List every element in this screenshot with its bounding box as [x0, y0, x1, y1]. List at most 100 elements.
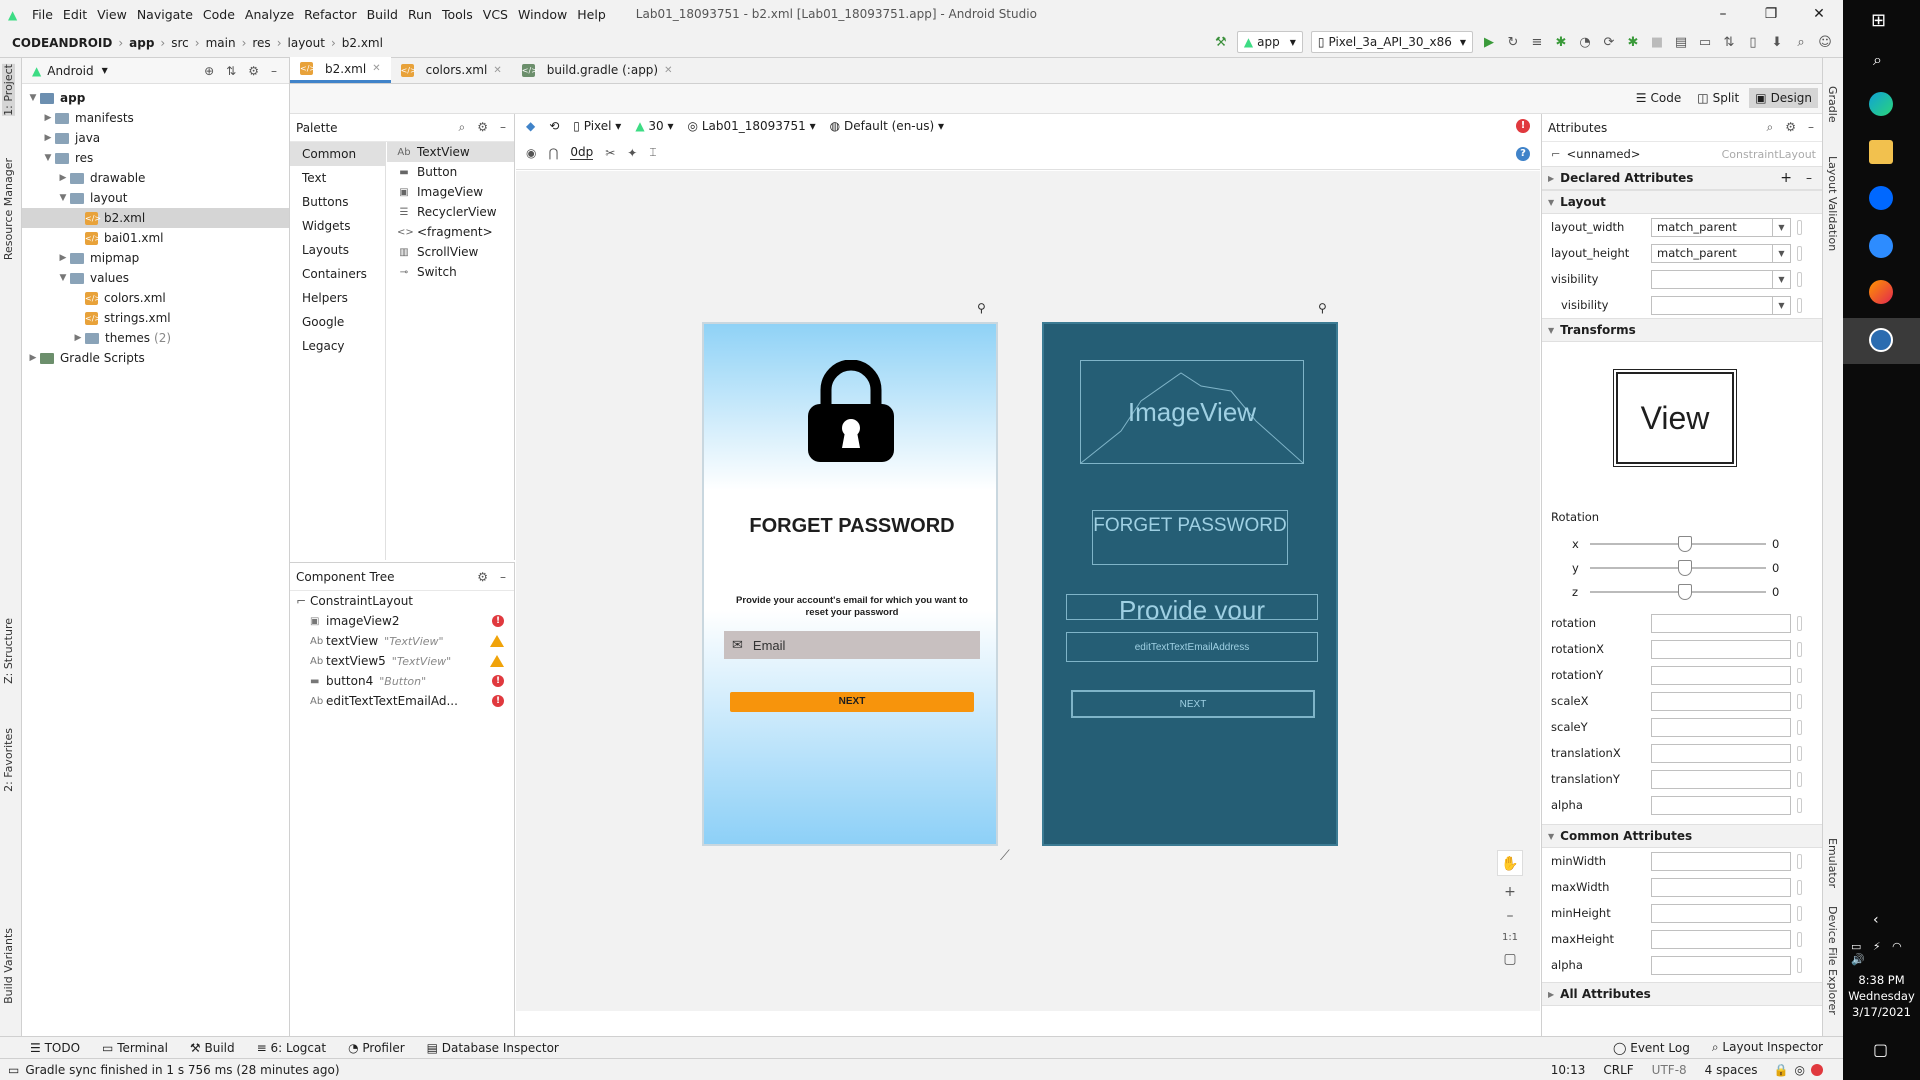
hide-icon[interactable]: –: [500, 120, 506, 135]
attr-pin[interactable]: [1797, 931, 1802, 947]
warning-icon[interactable]: [490, 655, 504, 667]
menu-item-navigate[interactable]: Navigate: [137, 7, 193, 22]
line-separator[interactable]: CRLF: [1603, 1063, 1633, 1077]
menu-item-analyze[interactable]: Analyze: [245, 7, 294, 22]
remove-icon[interactable]: –: [1806, 171, 1812, 185]
palette-item-button[interactable]: ▬ Button: [387, 162, 514, 182]
palette-item-switch[interactable]: ⊸ Switch: [387, 262, 514, 282]
breadcrumb-item[interactable]: app: [129, 36, 154, 50]
attr-alpha-common-field[interactable]: [1651, 955, 1791, 975]
chevron-right-icon[interactable]: ▶: [56, 173, 70, 183]
attr-minwidth-field[interactable]: [1651, 851, 1791, 871]
palette-item-textview[interactable]: Ab TextView: [387, 142, 514, 162]
tree-item-themes[interactable]: ▶ themes (2): [22, 328, 289, 348]
edge-icon[interactable]: [1869, 92, 1893, 116]
component-imageview2[interactable]: ▣ imageView2!: [290, 611, 514, 631]
status-message[interactable]: Gradle sync finished in 1 s 756 ms (28 m…: [25, 1063, 339, 1077]
palette-item-recyclerview[interactable]: ☰ RecyclerView: [387, 202, 514, 222]
add-icon[interactable]: +: [1780, 170, 1792, 186]
declared-attributes-section[interactable]: ▶ Declared Attributes + –: [1542, 166, 1822, 190]
attr-alpha-field[interactable]: [1651, 795, 1791, 815]
transforms-section[interactable]: ▼ Transforms: [1542, 318, 1822, 342]
chevron-down-icon[interactable]: ▼: [41, 153, 55, 163]
tab-gradle[interactable]: Gradle: [1826, 86, 1839, 123]
debug-icon[interactable]: ✱: [1553, 34, 1569, 50]
rotation-z-slider[interactable]: [1590, 584, 1766, 600]
tree-item-drawable[interactable]: ▶ drawable: [22, 168, 289, 188]
attr-rotationx-field[interactable]: [1651, 639, 1791, 659]
guidelines-icon[interactable]: ⌶: [649, 145, 656, 160]
attr-pin[interactable]: [1797, 667, 1802, 683]
tree-item-b2-xml[interactable]: </> b2.xml: [22, 208, 289, 228]
menu-item-file[interactable]: File: [32, 7, 53, 22]
file-encoding[interactable]: UTF-8: [1652, 1063, 1687, 1077]
menu-item-view[interactable]: View: [97, 7, 127, 22]
project-view-select[interactable]: Android: [47, 64, 93, 78]
chevron-down-icon[interactable]: ▼: [26, 93, 40, 103]
chevron-down-icon[interactable]: ▼: [1772, 296, 1790, 314]
tree-item-java[interactable]: ▶ java: [22, 128, 289, 148]
default-margin-field[interactable]: 0dp: [570, 145, 594, 160]
palette-category-google[interactable]: Google: [290, 310, 385, 334]
gear-icon[interactable]: ⚙: [477, 120, 488, 135]
account-icon[interactable]: ☺: [1817, 34, 1833, 50]
chevron-right-icon[interactable]: ▶: [41, 133, 55, 143]
component-id[interactable]: <unnamed>: [1567, 147, 1641, 161]
tab-project[interactable]: 1: Project: [2, 64, 15, 116]
attr-scalex-field[interactable]: [1651, 691, 1791, 711]
profile-icon[interactable]: ◔: [1577, 34, 1593, 50]
attr-pin[interactable]: [1797, 641, 1802, 657]
attr-translationx-field[interactable]: [1651, 743, 1791, 763]
tray-icons[interactable]: ▭ ⚡ ◠ 🔊: [1851, 940, 1920, 966]
gear-icon[interactable]: ⚙: [477, 570, 488, 584]
blueprint-subtitle[interactable]: Provide your: [1066, 594, 1318, 620]
windows-start-icon[interactable]: ⊞: [1871, 10, 1886, 31]
tab-event-log[interactable]: ◯ Event Log: [1613, 1041, 1690, 1055]
palette-category-containers[interactable]: Containers: [290, 262, 385, 286]
menu-item-tools[interactable]: Tools: [442, 7, 473, 22]
indent-setting[interactable]: 4 spaces: [1705, 1063, 1758, 1077]
breadcrumb-item[interactable]: src: [171, 36, 189, 50]
error-icon[interactable]: !: [492, 615, 504, 627]
tree-item-manifests[interactable]: ▶ manifests: [22, 108, 289, 128]
attr-pin[interactable]: [1797, 219, 1802, 235]
palette-category-layouts[interactable]: Layouts: [290, 238, 385, 262]
attr-minheight-field[interactable]: [1651, 903, 1791, 923]
warning-icon[interactable]: [490, 635, 504, 647]
chevron-right-icon[interactable]: ▶: [41, 113, 55, 123]
component-textview5[interactable]: Ab textView5 "TextView": [290, 651, 514, 671]
menu-item-refactor[interactable]: Refactor: [304, 7, 356, 22]
tab-terminal[interactable]: ▭ Terminal: [102, 1041, 168, 1055]
blueprint-imageview[interactable]: ImageView: [1080, 360, 1304, 464]
tree-item-colors-xml[interactable]: </> colors.xml: [22, 288, 289, 308]
avd-manager-icon[interactable]: ▭: [1697, 34, 1713, 50]
error-icon[interactable]: !: [1516, 119, 1530, 133]
slider-thumb[interactable]: [1678, 536, 1692, 552]
zoom-icon[interactable]: [1869, 234, 1893, 258]
tab-build-gradle[interactable]: </> build.gradle (:app) ✕: [512, 57, 683, 83]
minimize-icon[interactable]: –: [1699, 6, 1747, 22]
attr-pin[interactable]: [1797, 905, 1802, 921]
tree-item-bai01-xml[interactable]: </> bai01.xml: [22, 228, 289, 248]
blueprint-preview[interactable]: ImageView FORGET PASSWORD Provide your e…: [1042, 322, 1338, 846]
attr-translationy-field[interactable]: [1651, 769, 1791, 789]
palette-item-scrollview[interactable]: ▥ ScrollView: [387, 242, 514, 262]
chevron-down-icon[interactable]: ▼: [1772, 270, 1790, 288]
menu-item-edit[interactable]: Edit: [63, 7, 87, 22]
rotation-y-slider[interactable]: [1590, 560, 1766, 576]
gear-icon[interactable]: ⚙: [248, 64, 259, 78]
error-indicator-icon[interactable]: [1811, 1063, 1823, 1076]
tree-item-gradle-scripts[interactable]: ▶ Gradle Scripts: [22, 348, 289, 368]
tab-layout-validation[interactable]: Layout Validation: [1826, 156, 1839, 251]
chevron-down-icon[interactable]: ▼: [56, 193, 70, 203]
attr-pin[interactable]: [1797, 271, 1802, 287]
tree-item-layout[interactable]: ▼ layout: [22, 188, 289, 208]
attr-pin[interactable]: [1797, 297, 1802, 313]
run-config-select[interactable]: ▲ app ▼: [1236, 31, 1303, 53]
search-icon[interactable]: ⌕: [1793, 34, 1809, 50]
component-edittexttextemailad-[interactable]: Ab editTextTextEmailAd...!: [290, 691, 514, 711]
layout-section[interactable]: ▼ Layout: [1542, 190, 1822, 214]
menu-item-code[interactable]: Code: [203, 7, 235, 22]
zoom-in-icon[interactable]: +: [1504, 884, 1516, 900]
layers-icon[interactable]: ◆: [526, 119, 535, 133]
